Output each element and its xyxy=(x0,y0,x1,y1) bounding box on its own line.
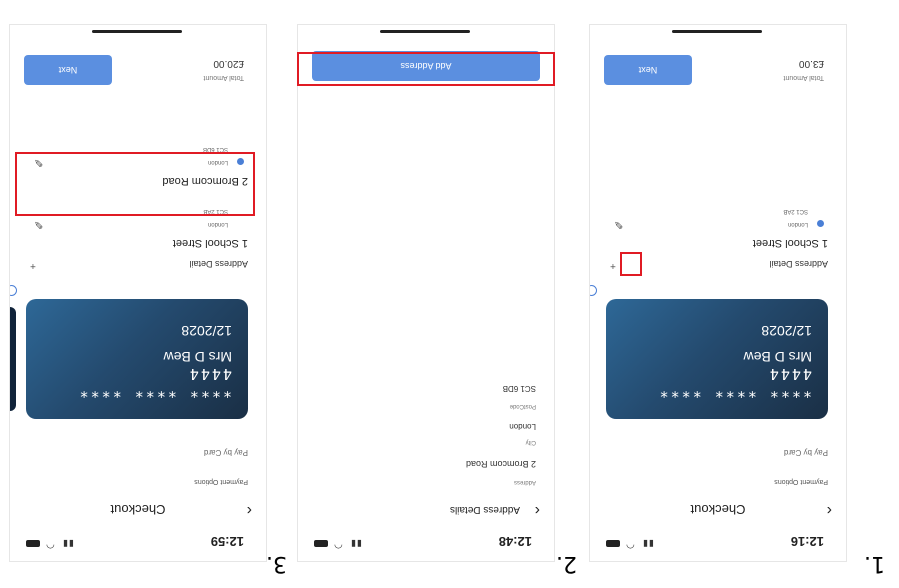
total-amount-value: £3.00 xyxy=(798,58,824,69)
highlight-box-add-address xyxy=(297,52,555,86)
step-label-1: 1. xyxy=(864,551,885,576)
home-indicator xyxy=(92,30,182,33)
postcode-field-label: PostCode xyxy=(509,403,536,409)
checkout-footer: Total Amount £3.00 Next xyxy=(590,45,846,85)
payment-options-label: Payment Options xyxy=(194,478,248,485)
nav-bar: ‹ Checkout xyxy=(590,493,846,519)
battery-icon xyxy=(26,540,40,547)
next-button[interactable]: Next xyxy=(604,55,692,85)
card-expiry: 12/2028 xyxy=(181,323,232,339)
address-street: 1 School Street xyxy=(752,237,828,249)
address-postcode: SC1 2AB xyxy=(783,208,808,214)
add-address-plus-icon[interactable]: + xyxy=(610,260,616,271)
address-field-value[interactable]: 2 Bromcom Road xyxy=(466,459,536,469)
highlight-box-add xyxy=(620,252,642,276)
next-card-preview[interactable] xyxy=(9,307,16,411)
signal-icon: ▮▮ xyxy=(642,539,654,549)
card-number: **** **** **** 4444 xyxy=(657,365,812,401)
carousel-indicator-icon xyxy=(589,285,597,296)
signal-icon: ▮▮ xyxy=(62,539,74,549)
checkout-footer: Total Amount £20.00 Next xyxy=(10,45,266,85)
battery-icon xyxy=(314,540,328,547)
pay-by-card-label: Pay by Card xyxy=(203,448,248,457)
nav-bar: ‹ Checkout xyxy=(10,493,266,519)
postcode-field-value[interactable]: SC1 6DB xyxy=(503,384,536,393)
payment-card[interactable]: **** **** **** 4444 Mrs D Bew 12/2028 xyxy=(26,299,248,419)
total-amount-label: Total Amount xyxy=(203,74,244,81)
home-indicator xyxy=(380,30,470,33)
step-label-2: 2. xyxy=(556,551,577,576)
add-address-plus-icon[interactable]: + xyxy=(30,260,36,271)
card-number: **** **** **** 4444 xyxy=(77,365,232,401)
status-time: 12:48 xyxy=(498,534,532,549)
edit-pencil-icon[interactable]: ✎ xyxy=(614,218,623,231)
total-amount-value: £20.00 xyxy=(213,58,244,69)
back-chevron-icon[interactable]: ‹ xyxy=(535,501,540,519)
edit-pencil-icon[interactable]: ✎ xyxy=(34,218,43,231)
home-indicator xyxy=(672,30,762,33)
status-time: 12:59 xyxy=(210,534,244,549)
wifi-icon: ◠ xyxy=(46,539,55,550)
status-bar: 12:59 ▮▮ ◠ xyxy=(10,525,266,561)
status-bar: 12:16 ▮▮ ◠ xyxy=(590,525,846,561)
phone-screen-3: 12:59 ▮▮ ◠ ‹ Checkout Payment Options Pa… xyxy=(9,24,267,562)
wifi-icon: ◠ xyxy=(626,539,635,550)
step-label-3: 3. xyxy=(266,551,287,576)
wifi-icon: ◠ xyxy=(334,539,343,550)
phone-screen-1: 12:16 ▮▮ ◠ ‹ Checkout Payment Options Pa… xyxy=(589,24,847,562)
address-item[interactable]: 1 School Street London SC1 2AB ✎ xyxy=(608,193,828,249)
address-field-label: Address xyxy=(513,479,536,485)
page-title: Address Details xyxy=(449,504,520,515)
card-expiry: 12/2028 xyxy=(761,323,812,339)
carousel-indicator-icon xyxy=(9,285,17,296)
signal-icon: ▮▮ xyxy=(350,539,362,549)
address-section-label: Address Detail xyxy=(189,259,248,269)
card-holder: Mrs D Bew xyxy=(743,349,812,365)
card-holder: Mrs D Bew xyxy=(163,349,232,365)
status-time: 12:16 xyxy=(790,534,824,549)
nav-bar: ‹ Address Details xyxy=(298,493,554,519)
city-field-value[interactable]: London xyxy=(509,422,536,431)
pay-by-card-label: Pay by Card xyxy=(783,448,828,457)
address-street: 1 School Street xyxy=(172,237,248,249)
page-title: Checkout xyxy=(690,502,746,517)
battery-icon xyxy=(606,540,620,547)
payment-options-label: Payment Options xyxy=(774,478,828,485)
address-city: London xyxy=(207,221,228,227)
city-field-label: City xyxy=(525,439,536,445)
page-title: Checkout xyxy=(110,502,166,517)
highlight-box-new-address xyxy=(15,152,255,216)
address-city: London xyxy=(787,221,808,227)
status-bar: 12:48 ▮▮ ◠ xyxy=(298,525,554,561)
next-button[interactable]: Next xyxy=(24,55,112,85)
total-amount-label: Total Amount xyxy=(783,74,824,81)
address-detail-row: Address Detail + xyxy=(28,259,248,271)
selected-radio-icon[interactable] xyxy=(817,220,824,227)
address-section-label: Address Detail xyxy=(769,259,828,269)
payment-card[interactable]: **** **** **** 4444 Mrs D Bew 12/2028 xyxy=(606,299,828,419)
phone-screen-2: 12:48 ▮▮ ◠ ‹ Address Details Address 2 B… xyxy=(297,24,555,562)
